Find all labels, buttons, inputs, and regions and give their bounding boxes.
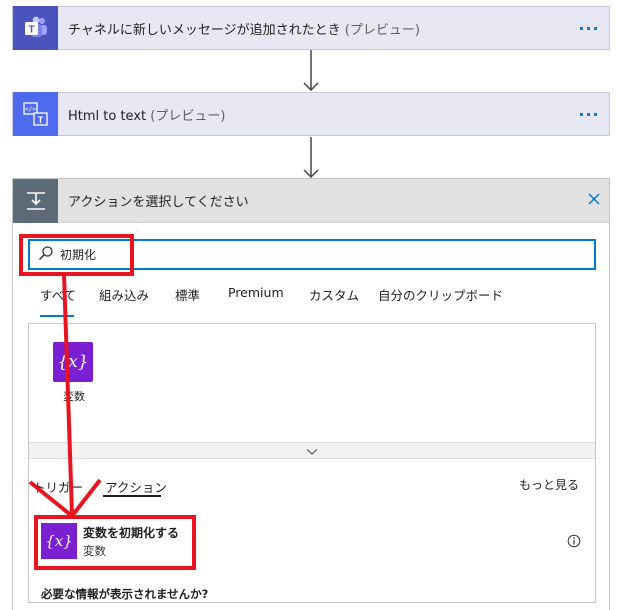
trigger-step-name: チャネルに新しいメッセージが追加されたとき: [68, 22, 341, 38]
html-to-text-icon: </> T: [13, 92, 58, 136]
tab-actions[interactable]: アクション: [105, 477, 167, 496]
preview-badge: (プレビュー): [150, 108, 226, 124]
connector-label: 変数: [63, 390, 85, 403]
trigger-step-card[interactable]: T チャネルに新しいメッセージが追加されたとき (プレビュー) ···: [12, 6, 610, 50]
tab-all[interactable]: すべて: [40, 285, 76, 304]
expand-connectors-button[interactable]: [29, 442, 595, 459]
insert-action-icon: [13, 178, 58, 223]
info-icon[interactable]: [567, 533, 581, 552]
operation-connector: 変数: [83, 543, 106, 558]
svg-text:T: T: [28, 25, 34, 36]
variable-icon: {x}: [53, 342, 93, 382]
panel-title: アクションを選択してください: [68, 195, 249, 210]
active-tab-indicator: [40, 315, 74, 317]
tab-my-clipboard[interactable]: 自分のクリップボード: [378, 285, 503, 304]
trigger-step-title: チャネルに新しいメッセージが追加されたとき (プレビュー): [68, 19, 569, 38]
tab-custom[interactable]: カスタム: [309, 285, 359, 304]
flow-arrow: [303, 50, 319, 92]
svg-text:</>: </>: [25, 106, 36, 113]
operation-initialize-variable[interactable]: {x} 変数を初期化する 変数: [41, 520, 581, 562]
search-box[interactable]: [28, 239, 596, 270]
see-more-link[interactable]: もっと見る: [519, 476, 579, 493]
svg-text:T: T: [37, 115, 43, 125]
more-options-button[interactable]: ···: [569, 19, 609, 38]
chevron-down-icon: [306, 441, 318, 460]
close-icon[interactable]: [579, 191, 609, 210]
html-step-title: Html to text (プレビュー): [68, 105, 569, 124]
preview-badge: (プレビュー): [344, 22, 420, 38]
search-input[interactable]: [60, 247, 560, 262]
tab-premium[interactable]: Premium: [228, 285, 284, 300]
html-to-text-step-card[interactable]: </> T Html to text (プレビュー) ···: [12, 92, 610, 136]
html-step-name: Html to text: [68, 108, 147, 124]
panel-header: アクションを選択してください: [13, 178, 609, 223]
choose-action-panel: アクションを選択してください すべて 組み込み 標準 Premium カスタム …: [12, 178, 610, 610]
tab-standard[interactable]: 標準: [175, 285, 200, 304]
category-tabs: すべて 組み込み 標準 Premium カスタム 自分のクリップボード: [13, 285, 611, 317]
more-options-button[interactable]: ···: [569, 105, 609, 124]
operation-text: 変数を初期化する 変数: [83, 524, 179, 559]
search-icon: [38, 245, 54, 265]
operation-title: 変数を初期化する: [83, 525, 180, 540]
teams-icon: T: [13, 6, 58, 50]
connector-variables[interactable]: {x} 変数: [53, 342, 95, 404]
help-text: 必要な情報が表示されませんか?: [41, 587, 209, 601]
tab-triggers[interactable]: トリガー: [33, 477, 83, 496]
flow-arrow: [303, 137, 319, 179]
variable-icon: {x}: [41, 523, 77, 559]
results-box: {x} 変数 トリガー アクション もっと見る {x} 変数を初期化する 変数: [28, 323, 596, 603]
active-subtab-indicator: [103, 495, 161, 497]
tab-built-in[interactable]: 組み込み: [99, 285, 149, 304]
